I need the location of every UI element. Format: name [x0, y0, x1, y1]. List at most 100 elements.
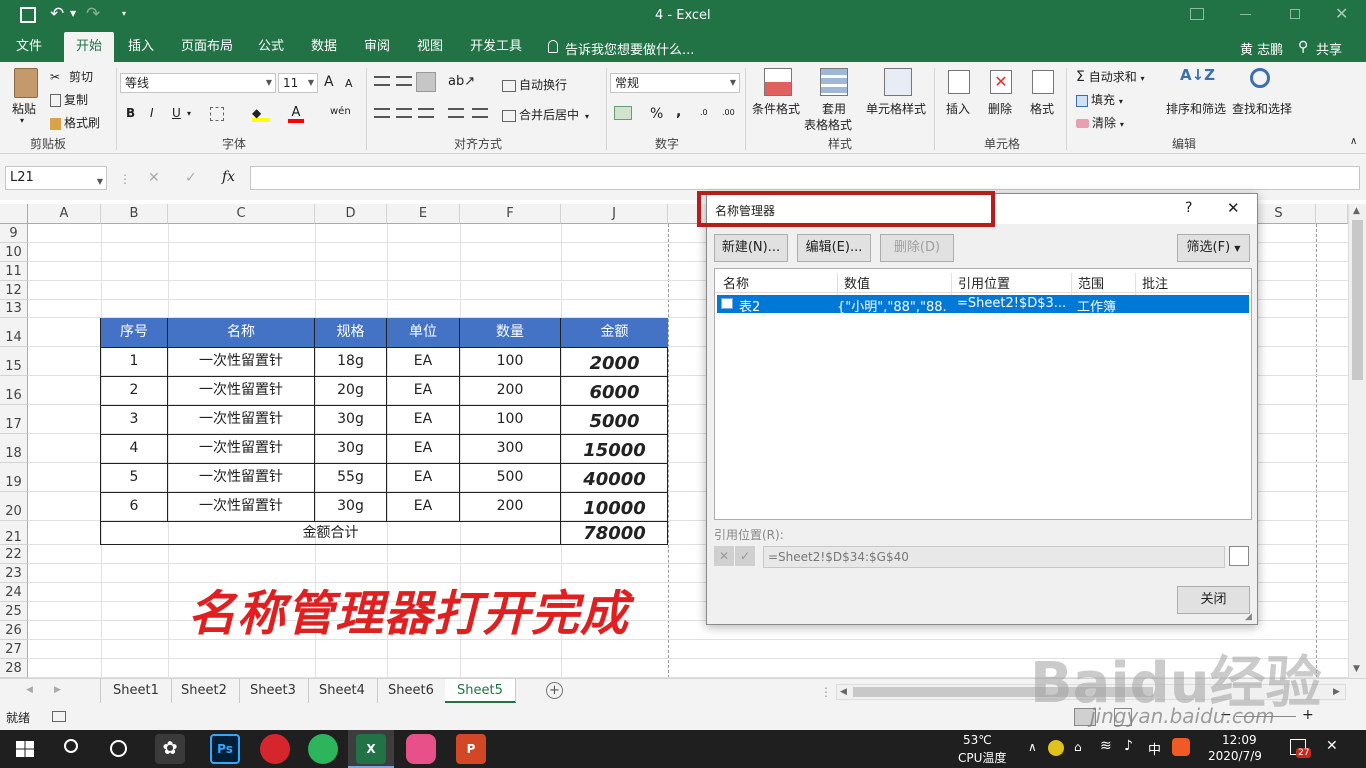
save-icon[interactable] — [20, 7, 36, 23]
table-header-cell[interactable]: 金额 — [561, 318, 668, 347]
table-cell[interactable]: 30g — [315, 405, 387, 434]
delete-cells-icon[interactable]: ✕ — [990, 70, 1012, 94]
name-box[interactable]: L21 ▼ — [5, 166, 107, 190]
cancel-ref-icon[interactable]: ✕ — [714, 546, 734, 566]
table-cell[interactable]: 200 — [460, 492, 561, 521]
merge-center-button[interactable]: 合并后居中 ▾ — [502, 106, 589, 123]
row-header[interactable]: 26 — [0, 621, 28, 640]
format-table-button-line2[interactable]: 表格格式 — [804, 116, 852, 133]
tab-developer[interactable]: 开发工具 — [460, 32, 532, 62]
table-cell[interactable]: 18g — [315, 347, 387, 376]
table-cell[interactable]: 5000 — [561, 405, 668, 434]
table-cell[interactable]: 一次性留置针 — [168, 434, 315, 463]
task-view-icon[interactable] — [110, 740, 127, 757]
refers-to-input[interactable]: =Sheet2!$D$34:$G$40 — [763, 546, 1225, 568]
sheet-tab-sheet1[interactable]: Sheet1 — [100, 679, 172, 703]
row-header[interactable]: 23 — [0, 564, 28, 583]
close-dialog-button[interactable]: 关闭 — [1177, 586, 1250, 614]
network-icon[interactable]: ⌂ — [1074, 740, 1082, 754]
format-table-icon[interactable] — [820, 68, 848, 96]
tab-review[interactable]: 审阅 — [354, 32, 400, 62]
tab-file[interactable]: 文件 — [6, 32, 52, 62]
photoshop-icon[interactable]: Ps — [210, 734, 240, 764]
list-column-header[interactable]: 引用位置 — [951, 273, 1010, 297]
insert-function-button[interactable]: fx — [222, 169, 235, 185]
row-header[interactable]: 27 — [0, 640, 28, 659]
clear-button[interactable]: 清除 ▾ — [1076, 114, 1124, 131]
tab-data[interactable]: 数据 — [301, 32, 347, 62]
table-cell[interactable]: EA — [387, 376, 460, 405]
row-header[interactable]: 17 — [0, 405, 28, 434]
cancel-entry-icon[interactable]: ✕ — [148, 170, 160, 186]
column-header[interactable]: A — [28, 204, 101, 224]
tab-view[interactable]: 视图 — [407, 32, 453, 62]
phonetic-button[interactable]: wén — [330, 106, 351, 117]
conditional-format-icon[interactable] — [764, 68, 792, 96]
wifi-icon[interactable]: ≋ — [1100, 738, 1112, 754]
decrease-decimal-icon[interactable]: .00 — [722, 108, 735, 117]
delete-name-button[interactable]: 删除(D) — [880, 234, 954, 262]
autosum-button[interactable]: Σ 自动求和 ▾ — [1076, 68, 1145, 85]
table-cell[interactable]: 40000 — [561, 463, 668, 492]
comma-button[interactable]: , — [676, 104, 681, 120]
tabs-splitter-icon[interactable]: ⋮ — [820, 685, 832, 699]
table-cell[interactable]: 一次性留置针 — [168, 492, 315, 521]
copy-button[interactable]: 复制 — [50, 91, 88, 108]
row-header[interactable]: 12 — [0, 281, 28, 300]
confirm-ref-icon[interactable]: ✓ — [735, 546, 755, 566]
select-all-corner[interactable] — [0, 204, 28, 224]
table-cell[interactable]: 20g — [315, 376, 387, 405]
grow-font-button[interactable]: A — [324, 74, 334, 90]
table-cell[interactable]: 2 — [101, 376, 168, 405]
collapse-ribbon-icon[interactable]: ∧ — [1350, 136, 1357, 147]
italic-button[interactable]: I — [150, 106, 154, 120]
table-cell[interactable]: 500 — [460, 463, 561, 492]
underline-button[interactable]: U — [172, 106, 181, 120]
edit-name-button[interactable]: 编辑(E)... — [797, 234, 871, 262]
format-table-button-line1[interactable]: 套用 — [822, 100, 846, 117]
table-cell[interactable]: 100 — [460, 405, 561, 434]
format-cells-button[interactable]: 格式 — [1030, 100, 1054, 117]
table-cell[interactable]: 一次性留置针 — [168, 347, 315, 376]
fill-color-icon[interactable]: ◆ — [252, 106, 270, 122]
action-center-icon[interactable]: ✕ — [1326, 738, 1338, 754]
prev-sheet-icon[interactable]: ◀ — [26, 685, 33, 695]
orientation-icon[interactable]: ab↗ — [448, 74, 475, 89]
table-cell[interactable]: 300 — [460, 434, 561, 463]
row-header[interactable]: 28 — [0, 659, 28, 678]
bold-button[interactable]: B — [126, 106, 135, 120]
search-icon[interactable] — [64, 739, 78, 753]
resize-grip-icon[interactable]: ◢ — [1245, 612, 1252, 622]
row-header[interactable]: 13 — [0, 300, 28, 318]
scroll-down-icon[interactable]: ▼ — [1353, 664, 1360, 674]
list-column-header[interactable]: 名称 — [723, 273, 749, 292]
row-header[interactable]: 15 — [0, 347, 28, 376]
new-name-button[interactable]: 新建(N)... — [714, 234, 788, 262]
row-header[interactable]: 11 — [0, 262, 28, 281]
table-cell[interactable]: 10000 — [561, 492, 668, 521]
find-select-icon[interactable] — [1250, 68, 1270, 88]
clock-date[interactable]: 2020/7/9 — [1208, 749, 1262, 763]
column-header[interactable]: B — [101, 204, 168, 224]
row-header[interactable]: 22 — [0, 545, 28, 564]
column-header[interactable]: E — [387, 204, 460, 224]
table-cell[interactable]: EA — [387, 463, 460, 492]
user-name[interactable]: 黄 志鹏 — [1240, 39, 1283, 58]
row-header[interactable]: 14 — [0, 318, 28, 347]
list-column-header[interactable]: 范围 — [1071, 273, 1104, 297]
list-column-header[interactable]: 数值 — [837, 273, 870, 297]
next-sheet-icon[interactable]: ▶ — [54, 685, 61, 695]
add-sheet-icon[interactable]: + — [546, 682, 563, 699]
font-color-icon[interactable]: A — [288, 105, 304, 123]
sort-filter-button[interactable]: 排序和筛选 — [1166, 100, 1226, 117]
table-cell[interactable]: 200 — [460, 376, 561, 405]
total-value-cell[interactable]: 78000 — [561, 521, 668, 545]
column-header[interactable]: D — [315, 204, 387, 224]
increase-indent-icon[interactable] — [472, 108, 488, 118]
table-header-cell[interactable]: 单位 — [387, 318, 460, 347]
dialog-help-button[interactable]: ? — [1185, 200, 1192, 216]
row-header[interactable]: 24 — [0, 583, 28, 602]
table-cell[interactable]: EA — [387, 434, 460, 463]
font-size-select[interactable]: 11 ▼ — [278, 73, 318, 93]
excel-icon[interactable]: X — [356, 734, 386, 764]
